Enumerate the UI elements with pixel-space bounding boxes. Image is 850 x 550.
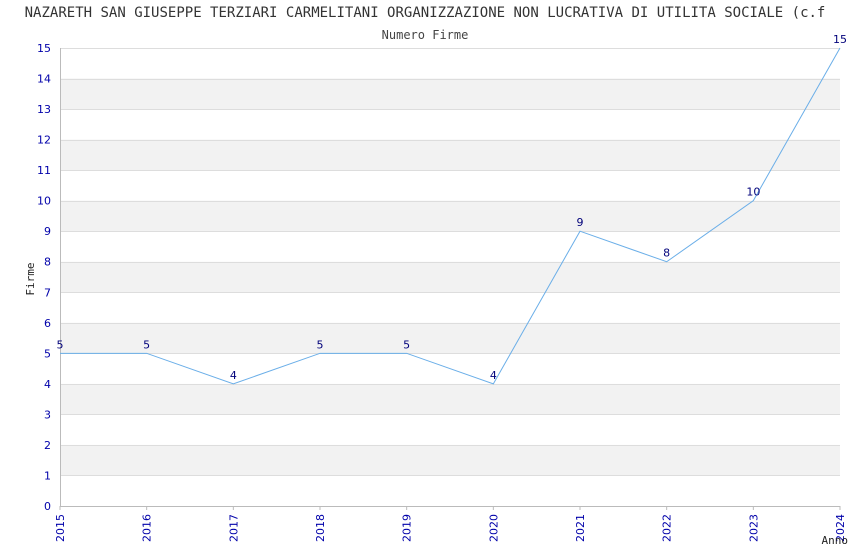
- grid-band: [60, 444, 840, 476]
- x-tick-label: 2019: [401, 514, 414, 542]
- x-tick-label: 2018: [314, 514, 327, 542]
- y-tick-label: 7: [44, 286, 51, 299]
- grid-band: [60, 322, 840, 354]
- y-tick-label: 10: [37, 195, 51, 208]
- grid-band: [60, 261, 840, 293]
- grid-bands: [60, 78, 840, 476]
- x-tick-label: 2017: [227, 514, 240, 542]
- y-tick-label: 13: [37, 103, 51, 116]
- data-label: 5: [317, 338, 324, 351]
- data-label: 4: [230, 369, 237, 382]
- y-tick-label: 12: [37, 134, 51, 147]
- data-label: 5: [143, 338, 150, 351]
- y-tick-label: 1: [44, 469, 51, 482]
- y-tick-label: 9: [44, 225, 51, 238]
- y-tick-label: 4: [44, 378, 51, 391]
- y-axis-label: Firme: [24, 262, 37, 295]
- x-axis-label: Anno: [822, 534, 849, 547]
- y-tick-label: 11: [37, 164, 51, 177]
- data-label: 8: [663, 247, 670, 260]
- data-label: 5: [403, 338, 410, 351]
- x-tick-label: 2023: [747, 514, 760, 542]
- grid-band: [60, 78, 840, 110]
- y-tick-label: 5: [44, 347, 51, 360]
- x-tick-label: 2016: [141, 514, 154, 542]
- y-tick-label: 3: [44, 408, 51, 421]
- x-tick-label: 2015: [54, 514, 67, 542]
- grid-band: [60, 200, 840, 232]
- data-label: 15: [833, 33, 847, 46]
- y-tick-label: 8: [44, 256, 51, 269]
- x-tick-label: 2020: [487, 514, 500, 542]
- data-label: 4: [490, 369, 497, 382]
- x-tick-labels: 2015 2016 2017 2018 2019 2020 2021 2022 2023 2024: [54, 506, 847, 542]
- x-tick-label: 2022: [661, 514, 674, 542]
- data-label: 5: [57, 338, 64, 351]
- y-tick-label: 2: [44, 439, 51, 452]
- grid-band: [60, 383, 840, 415]
- grid-band: [60, 139, 840, 171]
- y-tick-labels: 0123456789101112131415: [37, 42, 51, 513]
- line-chart: 0123456789101112131415 2015 2016 2017 2018 2…: [24, 33, 849, 547]
- y-tick-label: 15: [37, 42, 51, 55]
- x-tick-label: 2021: [574, 514, 587, 542]
- data-label: 10: [746, 186, 760, 199]
- y-tick-label: 0: [44, 500, 51, 513]
- y-tick-label: 6: [44, 317, 51, 330]
- y-tick-label: 14: [37, 73, 51, 86]
- data-label: 9: [577, 216, 584, 229]
